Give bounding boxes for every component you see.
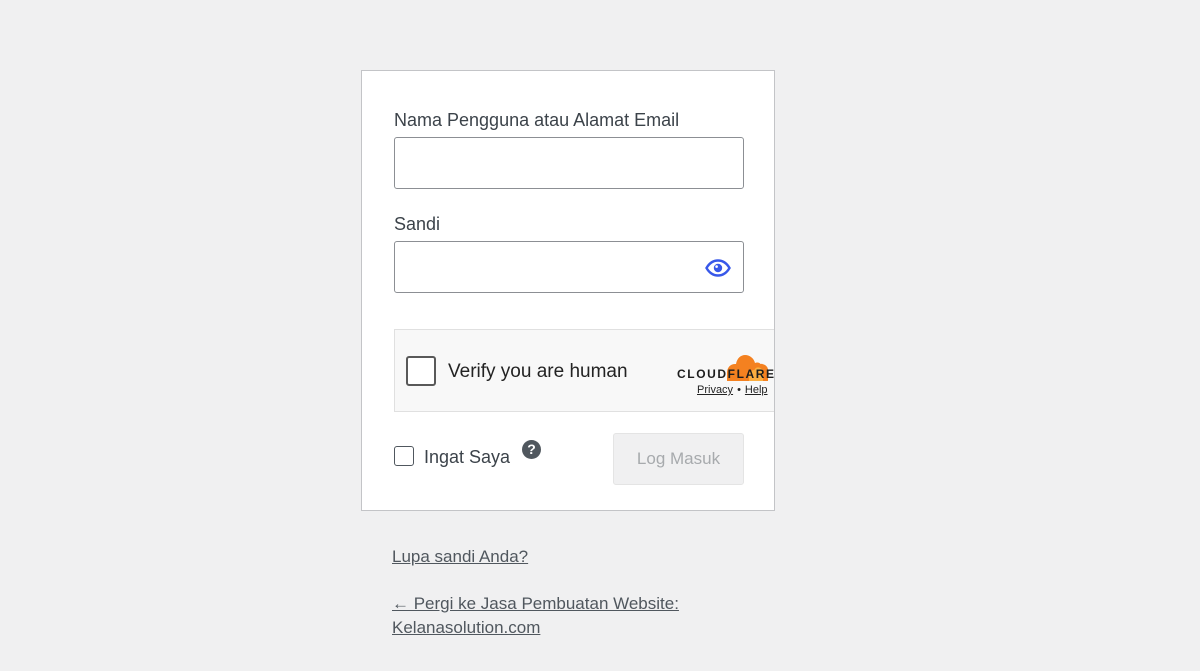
captcha-links: Privacy • Help bbox=[697, 384, 768, 396]
back-to-site-link-line2[interactable]: Kelanasolution.com bbox=[392, 616, 540, 640]
cloudflare-wordmark: CLOUDFLARE bbox=[677, 367, 775, 381]
verify-human-label: Verify you are human bbox=[448, 361, 628, 382]
verify-human-checkbox[interactable] bbox=[406, 356, 436, 386]
remember-me-checkbox[interactable] bbox=[394, 446, 414, 466]
captcha-privacy-link[interactable]: Privacy bbox=[697, 384, 733, 396]
captcha-link-separator: • bbox=[737, 384, 741, 396]
login-button[interactable]: Log Masuk bbox=[613, 433, 744, 485]
question-circle-icon[interactable]: ? bbox=[522, 440, 541, 459]
back-to-site-link-line1[interactable]: ← Pergi ke Jasa Pembuatan Website: bbox=[392, 592, 679, 616]
login-page: Nama Pengguna atau Alamat Email Sandi Ve… bbox=[0, 0, 1200, 671]
show-password-button[interactable] bbox=[702, 254, 734, 282]
username-label: Nama Pengguna atau Alamat Email bbox=[394, 110, 680, 130]
login-form: Nama Pengguna atau Alamat Email Sandi Ve… bbox=[361, 70, 775, 511]
password-input[interactable] bbox=[394, 241, 744, 293]
remember-me-label[interactable]: Ingat Saya bbox=[424, 446, 510, 468]
lost-password-link[interactable]: Lupa sandi Anda? bbox=[392, 545, 528, 569]
username-input[interactable] bbox=[394, 137, 744, 189]
captcha-help-link[interactable]: Help bbox=[745, 384, 768, 396]
cloudflare-turnstile: Verify you are human CLOUDFLARE Privacy •… bbox=[394, 329, 775, 412]
eye-icon bbox=[705, 259, 731, 277]
password-label: Sandi bbox=[394, 214, 441, 234]
